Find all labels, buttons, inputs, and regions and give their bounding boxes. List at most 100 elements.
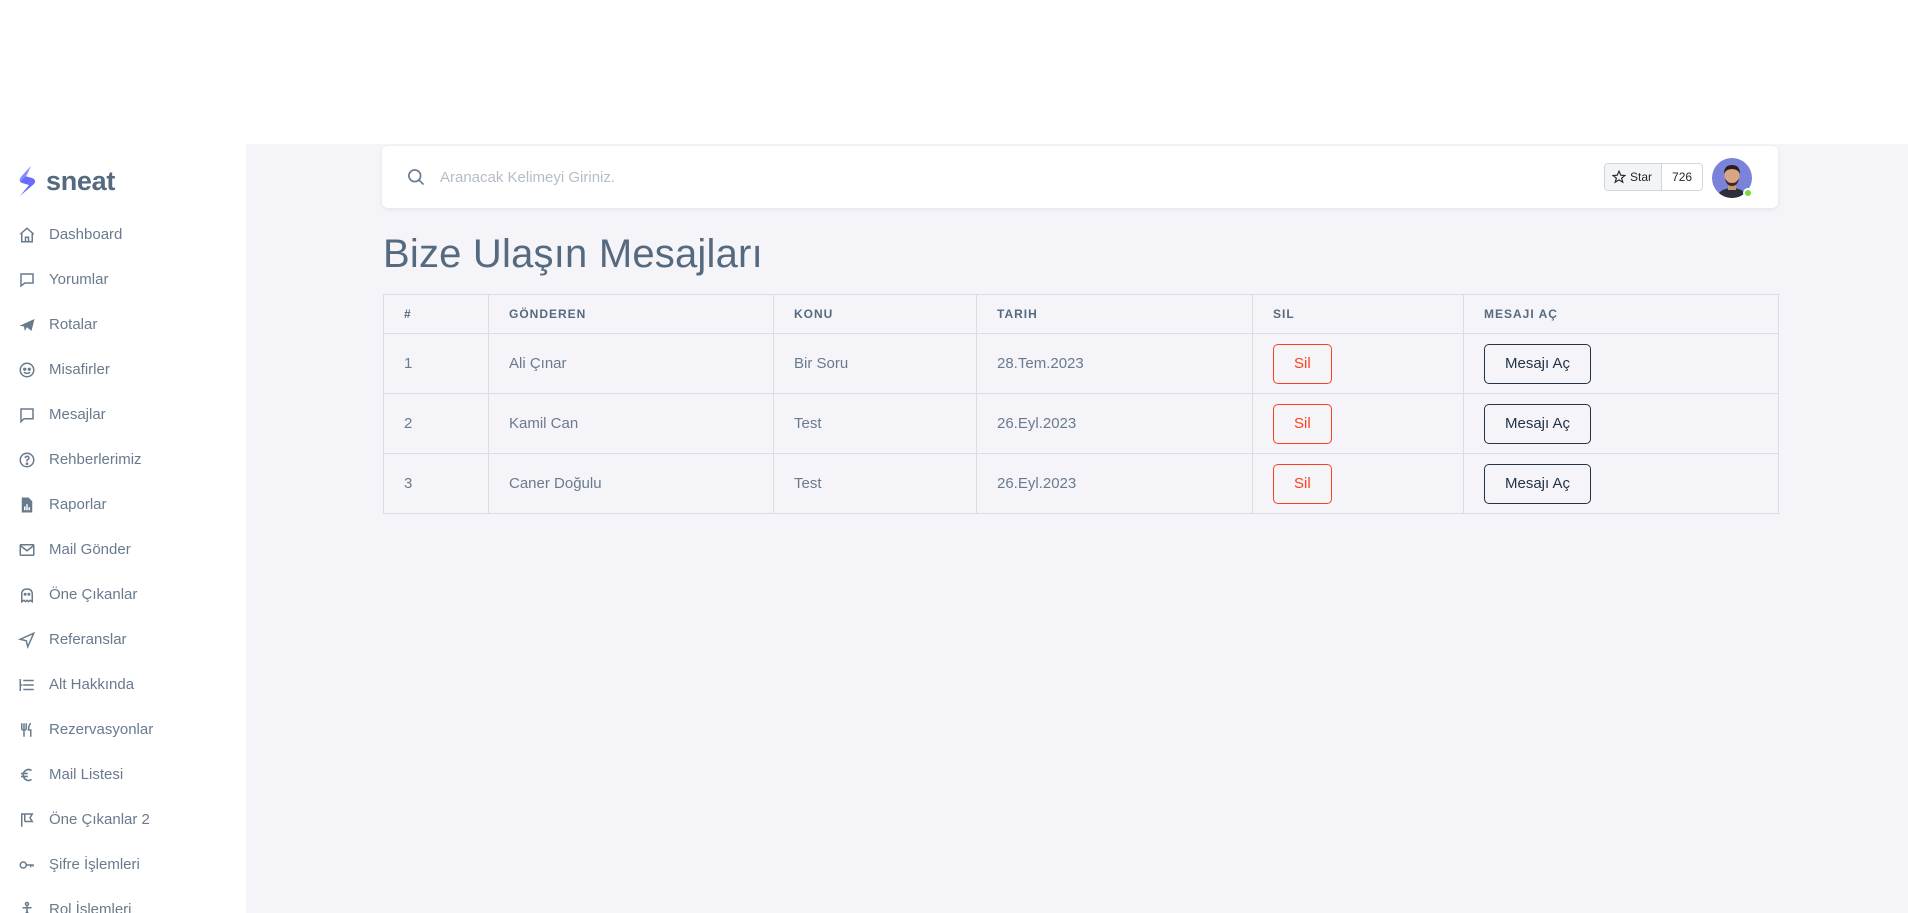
sidebar-item-mesajlar[interactable]: Mesajlar: [0, 392, 246, 437]
online-status-dot: [1743, 188, 1753, 198]
table-row: 1 Ali Çınar Bir Soru 28.Tem.2023 Sil Mes…: [383, 333, 1779, 394]
star-icon: [1612, 170, 1626, 184]
sidebar-item-label: Misafirler: [49, 361, 110, 378]
delete-button[interactable]: Sil: [1273, 343, 1332, 384]
sidebar-item-label: Mail Gönder: [49, 541, 131, 558]
sidebar-item-label: Rehberlerimiz: [49, 451, 142, 468]
search-input[interactable]: [440, 164, 1040, 190]
github-star-label: Star: [1630, 170, 1653, 184]
sidebar: sneat Dashboard Yorumlar Rotalar Misafir…: [0, 144, 246, 913]
face-icon: [18, 361, 36, 379]
sidebar-item-rehberlerimiz[interactable]: Rehberlerimiz: [0, 437, 246, 482]
sidebar-item-rotalar[interactable]: Rotalar: [0, 302, 246, 347]
sidebar-item-label: Raporlar: [49, 496, 107, 513]
table-row: 2 Kamil Can Test 26.Eyl.2023 Sil Mesajı …: [383, 393, 1779, 454]
cell-delete: Sil: [1252, 393, 1464, 454]
cell-subject: Bir Soru: [773, 333, 977, 394]
sidebar-item-label: Şifre İşlemleri: [49, 856, 140, 873]
sidebar-item-dashboard[interactable]: Dashboard: [0, 212, 246, 257]
report-file-icon: [18, 496, 36, 514]
cell-open: Mesajı Aç: [1463, 333, 1779, 394]
sidebar-item-label: Alt Hakkında: [49, 676, 135, 693]
cell-open: Mesajı Aç: [1463, 453, 1779, 514]
brand-logo[interactable]: sneat: [16, 164, 115, 198]
github-star-button[interactable]: Star: [1605, 164, 1663, 190]
cell-subject: Test: [773, 453, 977, 514]
top-blank-area: [0, 0, 1908, 144]
sidebar-item-yorumlar[interactable]: Yorumlar: [0, 257, 246, 302]
cell-delete: Sil: [1252, 333, 1464, 394]
sidebar-item-rezervasyonlar[interactable]: Rezervasyonlar: [0, 707, 246, 752]
github-star-count[interactable]: 726: [1662, 164, 1703, 190]
column-header-open: MESAJI AÇ: [1463, 294, 1779, 334]
help-circle-icon: [18, 451, 36, 469]
cell-subject: Test: [773, 393, 977, 454]
github-star-widget: Star 726: [1604, 163, 1704, 191]
sidebar-item-label: Referanslar: [49, 631, 127, 648]
brand-name: sneat: [46, 165, 116, 196]
cell-sender: Caner Doğulu: [488, 453, 774, 514]
ghost-icon: [18, 586, 36, 604]
key-icon: [18, 856, 36, 874]
cell-sender: Ali Çınar: [488, 333, 774, 394]
sidebar-item-one-cikanlar[interactable]: Öne Çıkanlar: [0, 572, 246, 617]
sidebar-item-label: Dashboard: [49, 226, 123, 243]
sidebar-item-label: Rol İşlemleri: [49, 901, 132, 913]
sidebar-item-rol-islemleri[interactable]: Rol İşlemleri: [0, 887, 246, 913]
sidebar-menu: Dashboard Yorumlar Rotalar Misafirler Me…: [0, 212, 246, 913]
top-navbar: Star 726: [382, 146, 1778, 208]
search-icon: [406, 167, 426, 187]
sidebar-item-misafirler[interactable]: Misafirler: [0, 347, 246, 392]
bookmark-flag-icon: [18, 811, 36, 829]
delete-button[interactable]: Sil: [1273, 463, 1332, 504]
sidebar-item-label: Yorumlar: [49, 271, 109, 288]
euro-icon: [18, 766, 36, 784]
cell-date: 28.Tem.2023: [976, 333, 1253, 394]
send-icon: [18, 631, 36, 649]
sidebar-item-label: Mesajlar: [49, 406, 106, 423]
cell-date: 26.Eyl.2023: [976, 453, 1253, 514]
sidebar-item-referanslar[interactable]: Referanslar: [0, 617, 246, 662]
mail-send-icon: [18, 541, 36, 559]
cell-sender: Kamil Can: [488, 393, 774, 454]
messages-table: # GÖNDEREN KONU TARIH SIL MESAJI AÇ 1 Al…: [383, 294, 1779, 514]
column-header-delete: SIL: [1252, 294, 1464, 334]
main-content: Star 726 Bize Ulaşın Mesajları: [246, 144, 1908, 913]
cell-id: 2: [383, 393, 489, 454]
plane-icon: [18, 316, 36, 334]
column-header-number: #: [383, 294, 489, 334]
cell-id: 3: [383, 453, 489, 514]
sidebar-item-label: Rezervasyonlar: [49, 721, 154, 738]
sidebar-item-alt-hakkinda[interactable]: Alt Hakkında: [0, 662, 246, 707]
sidebar-item-raporlar[interactable]: Raporlar: [0, 482, 246, 527]
sidebar-item-label: Öne Çıkanlar: [49, 586, 138, 603]
list-icon: [18, 676, 36, 694]
cell-open: Mesajı Aç: [1463, 393, 1779, 454]
user-avatar[interactable]: [1712, 158, 1753, 198]
page-title: Bize Ulaşın Mesajları: [383, 232, 763, 276]
cell-id: 1: [383, 333, 489, 394]
sidebar-item-mail-listesi[interactable]: Mail Listesi: [0, 752, 246, 797]
sneat-logo-icon: [19, 166, 36, 196]
sidebar-item-label: Mail Listesi: [49, 766, 124, 783]
delete-button[interactable]: Sil: [1273, 403, 1332, 444]
restaurant-icon: [18, 721, 36, 739]
message-icon: [18, 406, 36, 424]
column-header-date: TARIH: [976, 294, 1253, 334]
cell-date: 26.Eyl.2023: [976, 393, 1253, 454]
open-message-button[interactable]: Mesajı Aç: [1484, 343, 1592, 384]
sidebar-item-label: Öne Çıkanlar 2: [49, 811, 150, 828]
home-icon: [18, 226, 36, 244]
open-message-button[interactable]: Mesajı Aç: [1484, 463, 1592, 504]
table-row: 3 Caner Doğulu Test 26.Eyl.2023 Sil Mesa…: [383, 453, 1779, 514]
sidebar-item-sifre-islemleri[interactable]: Şifre İşlemleri: [0, 842, 246, 887]
comment-icon: [18, 271, 36, 289]
sidebar-item-label: Rotalar: [49, 316, 98, 333]
sidebar-item-one-cikanlar-2[interactable]: Öne Çıkanlar 2: [0, 797, 246, 842]
cell-delete: Sil: [1252, 453, 1464, 514]
table-header-row: # GÖNDEREN KONU TARIH SIL MESAJI AÇ: [383, 294, 1779, 334]
sidebar-item-mail-gonder[interactable]: Mail Gönder: [0, 527, 246, 572]
column-header-sender: GÖNDEREN: [488, 294, 774, 334]
column-header-subject: KONU: [773, 294, 977, 334]
open-message-button[interactable]: Mesajı Aç: [1484, 403, 1592, 444]
